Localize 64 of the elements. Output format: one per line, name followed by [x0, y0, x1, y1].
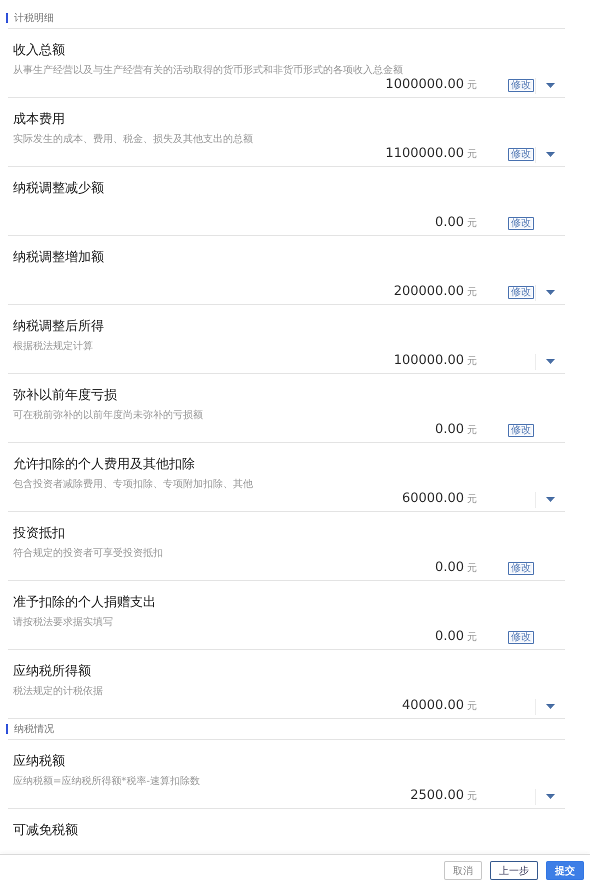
currency-unit: 元	[467, 631, 477, 644]
item-label: 应纳税所得额	[13, 663, 92, 681]
item-label: 收入总额	[13, 42, 66, 60]
item-label: 弥补以前年度亏损	[13, 387, 118, 405]
item-description: 税法规定的计税依据	[13, 684, 104, 698]
caret-icon[interactable]	[546, 152, 555, 158]
edit-button[interactable]: 修改	[508, 148, 534, 161]
amount-value: 0.00	[435, 422, 464, 437]
currency-unit: 元	[467, 700, 477, 713]
item-description: 应纳税额=应纳税所得额*税率-速算扣除数	[13, 774, 201, 788]
edit-button[interactable]: 修改	[508, 631, 534, 644]
caret-icon[interactable]	[546, 497, 555, 503]
item-description: 请按税法要求据实填写	[13, 616, 114, 629]
edit-button[interactable]: 修改	[508, 286, 534, 299]
item-label: 纳税调整后所得	[13, 318, 105, 336]
item-label: 准予扣除的个人捐赠支出	[13, 594, 157, 612]
edit-button[interactable]: 修改	[508, 79, 534, 92]
amount-value: 1000000.00	[385, 77, 464, 92]
amount-value: 60000.00	[402, 491, 464, 506]
currency-unit: 元	[467, 286, 477, 299]
section-marker	[6, 13, 8, 23]
currency-unit: 元	[467, 424, 477, 437]
item-label: 应纳税额	[13, 753, 66, 771]
currency-unit: 元	[467, 562, 477, 575]
currency-unit: 元	[467, 217, 477, 230]
amount-value: 2500.00	[410, 788, 464, 803]
currency-unit: 元	[467, 79, 477, 92]
item-description: 实际发生的成本、费用、税金、损失及其他支出的总额	[13, 132, 254, 146]
caret-icon[interactable]	[546, 359, 555, 365]
amount-value: 0.00	[435, 215, 464, 230]
amount-value: 100000.00	[394, 353, 464, 368]
edit-button[interactable]: 修改	[508, 424, 534, 437]
item-label: 投资抵扣	[13, 525, 66, 543]
footer-button[interactable]: 提交	[546, 861, 584, 880]
section-marker	[6, 724, 8, 734]
amount-value: 0.00	[435, 560, 464, 575]
amount-value: 0.00	[435, 629, 464, 644]
item-label: 可减免税额	[13, 822, 79, 840]
item-description: 根据税法规定计算	[13, 340, 94, 353]
footer-button[interactable]: 取消	[444, 861, 482, 880]
amount-value: 200000.00	[394, 284, 464, 299]
item-description: 可在税前弥补的以前年度尚未弥补的亏损额	[13, 408, 204, 422]
section-title: 计税明细	[14, 12, 54, 25]
item-label: 纳税调整增加额	[13, 249, 105, 267]
item-description: 包含投资者减除费用、专项扣除、专项附加扣除、其他	[13, 478, 254, 491]
item-label: 纳税调整减少额	[13, 180, 105, 198]
item-description: 符合规定的投资者可享受投资抵扣	[13, 546, 164, 560]
edit-button[interactable]: 修改	[508, 562, 534, 575]
item-label: 成本费用	[13, 111, 66, 129]
currency-unit: 元	[467, 355, 477, 368]
edit-button[interactable]: 修改	[508, 217, 534, 230]
caret-icon[interactable]	[546, 794, 555, 800]
section-title: 纳税情况	[14, 722, 54, 736]
caret-icon[interactable]	[546, 290, 555, 296]
amount-value: 40000.00	[402, 698, 464, 713]
caret-icon[interactable]	[546, 83, 555, 89]
currency-unit: 元	[467, 493, 477, 506]
item-label: 允许扣除的个人费用及其他扣除	[13, 456, 196, 474]
caret-icon[interactable]	[546, 704, 555, 710]
currency-unit: 元	[467, 148, 477, 161]
amount-value: 1100000.00	[385, 146, 464, 161]
footer-button[interactable]: 上一步	[490, 861, 538, 880]
item-description: 从事生产经营以及与生产经营有关的活动取得的货币形式和非货币形式的各项收入总金额	[13, 64, 404, 77]
currency-unit: 元	[467, 790, 477, 803]
